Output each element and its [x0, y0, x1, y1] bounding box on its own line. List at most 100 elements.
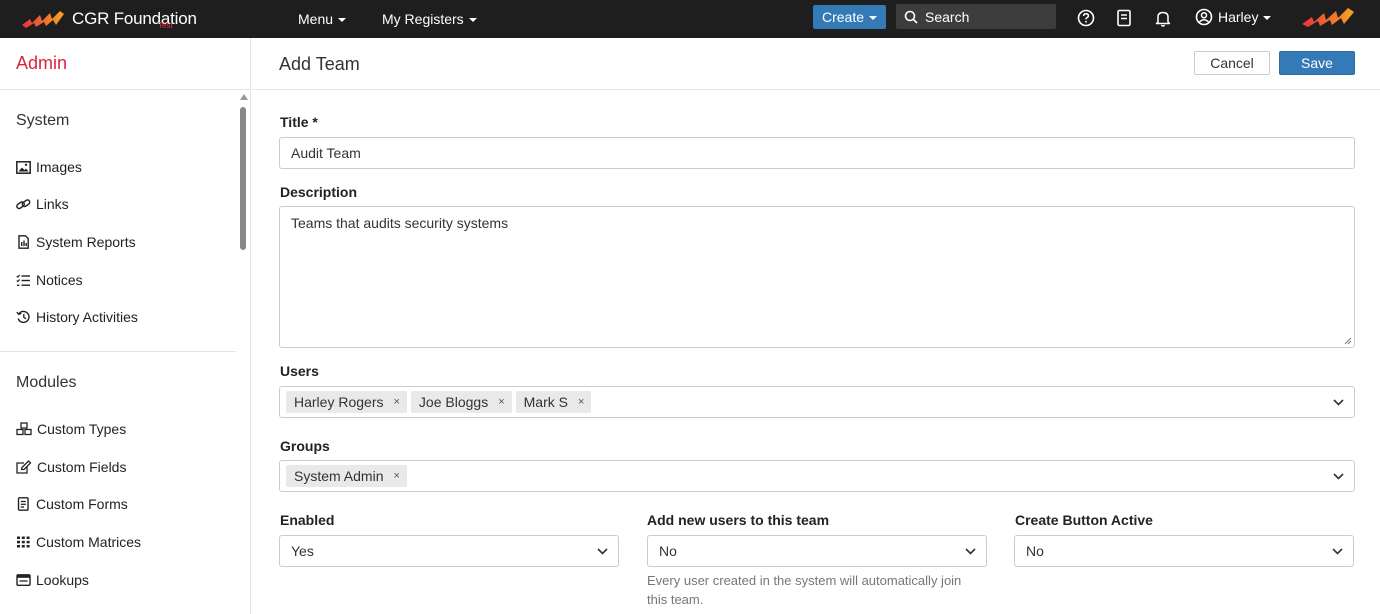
user-tag-label: Joe Bloggs — [418, 394, 489, 410]
save-button[interactable]: Save — [1279, 51, 1355, 75]
sidebar-item-lookups[interactable]: Lookups — [16, 570, 89, 590]
groups-multiselect[interactable]: System Admin × — [279, 460, 1355, 492]
sidebar-item-label: Notices — [36, 272, 83, 288]
user-tag: Joe Bloggs × — [410, 391, 512, 413]
create-button[interactable]: Create — [813, 5, 886, 29]
sidebar-item-notices[interactable]: Notices — [16, 270, 83, 290]
user-name: Harley — [1218, 9, 1259, 25]
book-icon[interactable] — [1113, 7, 1135, 29]
environment-label: Test — [158, 21, 173, 30]
sidebar-item-images[interactable]: Images — [16, 157, 82, 177]
enabled-select[interactable]: Yes — [279, 535, 619, 567]
description-label: Description — [280, 184, 358, 200]
chevron-down-icon — [1332, 548, 1343, 555]
image-icon — [16, 160, 31, 174]
form-icon — [17, 497, 29, 511]
sidebar-item-label: Custom Matrices — [36, 534, 142, 550]
sidebar-item-custom-fields[interactable]: Custom Fields — [16, 457, 126, 477]
sidebar-item-label: Lookups — [36, 572, 89, 588]
user-menu[interactable]: Harley — [1195, 0, 1272, 34]
menu-label: Menu — [298, 11, 334, 27]
caret-down-icon — [869, 16, 878, 20]
search-label: Search — [925, 8, 970, 25]
sidebar-item-label: System Reports — [36, 234, 136, 250]
help-circle-icon[interactable] — [1075, 7, 1097, 29]
sidebar-item-custom-forms[interactable]: Custom Forms — [16, 494, 128, 514]
report-icon — [18, 235, 29, 249]
chevron-down-icon — [965, 548, 976, 555]
my-registers-dropdown[interactable]: My Registers — [382, 0, 477, 38]
add-new-users-help-text: Every user created in the system will au… — [647, 573, 962, 607]
description-value: Teams that audits security systems — [291, 215, 509, 231]
create-button-active-select[interactable]: No — [1014, 535, 1354, 567]
sidebar-item-links[interactable]: Links — [16, 194, 69, 214]
search-icon — [904, 10, 918, 24]
search-box[interactable]: Search — [896, 4, 1056, 29]
user-tag-label: Mark S — [523, 394, 568, 410]
remove-tag-icon[interactable]: × — [498, 396, 504, 408]
admin-sidebar: Admin System Images Links System Reports… — [0, 38, 251, 614]
sidebar-title: Admin — [0, 38, 250, 90]
chevron-down-icon[interactable] — [1333, 471, 1344, 481]
sidebar-scrollbar[interactable] — [238, 92, 248, 252]
sidebar-item-system-reports[interactable]: System Reports — [16, 232, 136, 252]
users-multiselect[interactable]: Harley Rogers × Joe Bloggs × Mark S × — [279, 386, 1355, 418]
users-label: Users — [280, 363, 319, 379]
create-button-active-value: No — [1026, 543, 1044, 559]
sidebar-item-history-activities[interactable]: History Activities — [16, 307, 138, 327]
chevron-down-icon — [597, 548, 608, 555]
add-new-users-label: Add new users to this team — [647, 512, 830, 528]
page-title: Add Team — [279, 54, 360, 74]
sidebar-item-label: Links — [36, 196, 69, 212]
add-new-users-select[interactable]: No — [647, 535, 987, 567]
caret-down-icon — [338, 18, 347, 22]
sidebar-heading-modules: Modules — [16, 374, 77, 391]
scroll-up-arrow-icon[interactable] — [240, 94, 248, 100]
add-new-users-value: No — [659, 543, 677, 559]
bell-icon[interactable] — [1152, 7, 1174, 29]
scrollbar-thumb[interactable] — [240, 107, 246, 250]
remove-tag-icon[interactable]: × — [578, 396, 584, 408]
enabled-label: Enabled — [280, 512, 335, 528]
caret-down-icon — [1263, 16, 1272, 20]
brand-mark-icon — [1302, 8, 1354, 27]
history-icon — [16, 310, 30, 324]
create-button-active-label: Create Button Active — [1015, 512, 1153, 528]
sidebar-item-label: Custom Types — [37, 421, 127, 437]
groups-label: Groups — [280, 438, 330, 454]
title-value: Audit Team — [291, 145, 361, 161]
description-textarea[interactable]: Teams that audits security systems — [279, 206, 1355, 348]
group-tag: System Admin × — [286, 465, 407, 487]
user-circle-icon — [1195, 8, 1213, 26]
title-input[interactable]: Audit Team — [279, 137, 1355, 169]
enabled-value: Yes — [291, 543, 314, 559]
title-label: Title * — [280, 114, 318, 130]
sidebar-item-custom-matrices[interactable]: Custom Matrices — [16, 532, 141, 552]
sidebar-item-label: Custom Fields — [37, 459, 127, 475]
remove-tag-icon[interactable]: × — [393, 470, 399, 482]
user-tag-label: Harley Rogers — [294, 394, 384, 410]
top-navbar: CGR Foundation Test Menu My Registers Cr… — [0, 0, 1380, 38]
sidebar-heading-system: System — [16, 112, 70, 129]
list-icon — [16, 274, 30, 286]
sidebar-item-label: Images — [36, 159, 82, 175]
resize-grip-icon[interactable] — [1344, 337, 1352, 345]
menu-dropdown[interactable]: Menu — [298, 0, 347, 38]
chevron-down-icon[interactable] — [1333, 397, 1344, 407]
caret-down-icon — [468, 18, 477, 22]
create-label: Create — [821, 9, 865, 25]
boxes-icon — [16, 422, 32, 436]
link-icon — [16, 198, 31, 209]
my-registers-label: My Registers — [382, 11, 464, 27]
sidebar-divider — [0, 351, 236, 352]
group-tag-label: System Admin — [294, 468, 384, 484]
page-header: Add Team Cancel Save — [252, 38, 1380, 90]
user-tag: Harley Rogers × — [286, 391, 407, 413]
user-tag: Mark S × — [515, 391, 592, 413]
remove-tag-icon[interactable]: × — [393, 396, 399, 408]
cancel-button[interactable]: Cancel — [1194, 51, 1270, 75]
sidebar-item-custom-types[interactable]: Custom Types — [16, 419, 126, 439]
grid-icon — [17, 536, 30, 548]
lookup-icon — [16, 574, 31, 586]
sidebar-item-label: History Activities — [36, 309, 138, 325]
